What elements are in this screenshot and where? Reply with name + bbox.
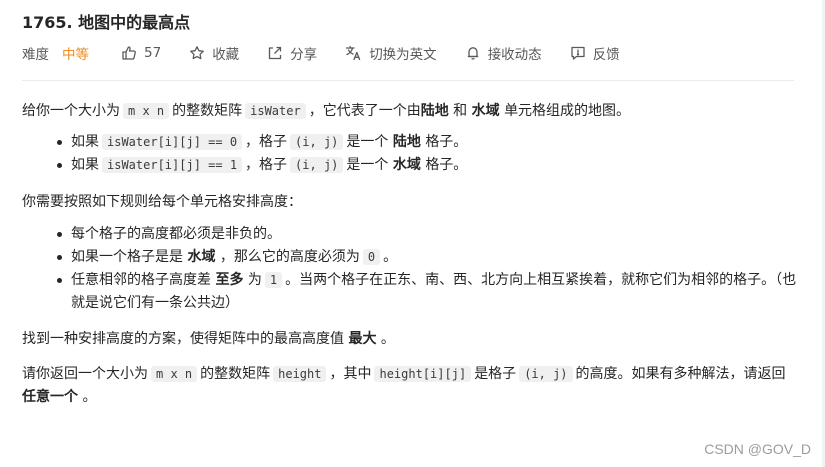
inline-code: (i, j) — [290, 134, 344, 150]
translate-icon — [346, 45, 361, 61]
watermark: CSDN @GOV_D — [704, 441, 811, 457]
list-item: 如果 isWater[i][j] == 1 ，格子 (i, j) 是一个 水域 格子。 — [57, 154, 802, 177]
switch-language-label: 切换为英文 — [369, 47, 437, 63]
share-button[interactable]: 分享 — [267, 43, 317, 63]
bold-term: 任意一个 — [22, 389, 78, 405]
list-item: 如果一个格子是是 水域 ，那么它的高度必须为 0。 — [57, 246, 802, 269]
star-icon — [190, 46, 205, 60]
text: 请你返回一个大小为 — [22, 366, 148, 382]
inline-code: 1 — [264, 272, 283, 288]
bold-term: 陆地 — [420, 103, 449, 119]
bold-term: 最大 — [348, 331, 377, 347]
bullet-list-1: 如果 isWater[i][j] == 0 ，格子 (i, j) 是一个 陆地 格子。 … — [22, 131, 802, 177]
list-item: 如果 isWater[i][j] == 0 ，格子 (i, j) 是一个 陆地 格子。 — [57, 131, 802, 154]
description-paragraph-4: 请你返回一个大小为 m x n 的整数矩阵 height ，其中 height[i][j]… — [22, 363, 802, 409]
difficulty-value: 中等 — [62, 47, 89, 63]
notify-label: 接收动态 — [487, 47, 542, 63]
text: 的整数矩阵 — [172, 103, 243, 119]
share-label: 分享 — [290, 47, 318, 63]
feedback-label: 反馈 — [592, 47, 620, 63]
text: 是一个 — [346, 157, 389, 173]
bold-term: 水域 — [187, 249, 216, 265]
bell-icon — [467, 47, 478, 60]
text: 单元格组成的地图。 — [504, 103, 631, 119]
inline-code: isWater[i][j] == 0 — [102, 134, 243, 150]
feedback-button[interactable]: 反馈 — [570, 43, 620, 63]
bullet-list-2: 每个格子的高度都必须是非负的。 如果一个格子是是 水域 ，那么它的高度必须为 0。… — [22, 223, 802, 315]
text: ，其中 — [329, 366, 372, 382]
feedback-icon — [571, 46, 585, 60]
share-icon — [269, 46, 282, 60]
problem-toolbar: 难度 中等 57 收藏 分享 切换为英文 接收动态 反馈 — [22, 43, 648, 63]
text: 和 — [453, 103, 468, 119]
switch-language-button[interactable]: 切换为英文 — [345, 43, 437, 63]
inline-code: isWater — [245, 103, 306, 119]
text: 如果 — [71, 134, 99, 150]
notify-button[interactable]: 接收动态 — [465, 43, 542, 63]
text: 找到一种安排高度的方案，使得矩阵中的最高高度值 — [22, 331, 344, 347]
text: ，它代表了一个由 — [308, 103, 421, 119]
text: 是格子 — [474, 366, 517, 382]
problem-description: 给你一个大小为 m x n 的整数矩阵 isWater ，它代表了一个由陆地 和 水域 … — [22, 100, 802, 409]
list-item: 每个格子的高度都必须是非负的。 — [57, 223, 802, 246]
text: 的整数矩阵 — [200, 366, 271, 382]
bold-term: 水域 — [471, 103, 500, 119]
collect-label: 收藏 — [212, 47, 240, 63]
inline-code: m x n — [123, 103, 170, 119]
difficulty-label: 难度 — [22, 47, 49, 63]
text: 。 — [380, 331, 395, 347]
text: 格子。 — [425, 134, 468, 150]
inline-code: isWater[i][j] == 1 — [102, 157, 243, 173]
inline-code: 0 — [362, 249, 381, 265]
text: 格子。 — [425, 157, 468, 173]
text: ，格子 — [245, 157, 288, 173]
like-button[interactable]: 57 — [121, 45, 161, 61]
bold-term: 陆地 — [392, 134, 421, 150]
thumb-up-icon — [122, 46, 136, 60]
inline-code: height[i][j] — [374, 366, 472, 382]
text: ，格子 — [245, 134, 288, 150]
header-divider — [22, 80, 794, 81]
text: 给你一个大小为 — [22, 103, 120, 119]
text: ，那么它的高度必须为 — [219, 249, 360, 265]
text: 如果 — [71, 157, 99, 173]
collect-button[interactable]: 收藏 — [189, 43, 239, 63]
inline-code: (i, j) — [290, 157, 344, 173]
description-paragraph-1: 给你一个大小为 m x n 的整数矩阵 isWater ，它代表了一个由陆地 和 水域 … — [22, 100, 802, 123]
list-item: 任意相邻的格子高度差 至多 为 1 。当两个格子在正东、南、西、北方向上相互紧挨着，… — [57, 269, 802, 315]
bold-term: 至多 — [215, 272, 244, 288]
text: 是一个 — [346, 134, 389, 150]
text: 任意相邻的格子高度差 — [71, 272, 211, 288]
inline-code: m x n — [151, 366, 198, 382]
text: 。 — [82, 389, 97, 405]
inline-code: (i, j) — [519, 366, 573, 382]
text: 为 — [247, 272, 262, 288]
description-paragraph-2: 你需要按照如下规则给每个单元格安排高度： — [22, 194, 302, 210]
text: 如果一个格子是是 — [71, 249, 183, 265]
text: 。 — [383, 249, 398, 265]
text: 的高度。如果有多种解法，请返回 — [575, 366, 786, 382]
like-count: 57 — [144, 45, 162, 61]
inline-code: height — [273, 366, 327, 382]
description-paragraph-3: 找到一种安排高度的方案，使得矩阵中的最高高度值 最大 。 — [22, 328, 802, 351]
problem-title: 1765. 地图中的最高点 — [22, 13, 191, 32]
bold-term: 水域 — [392, 157, 421, 173]
